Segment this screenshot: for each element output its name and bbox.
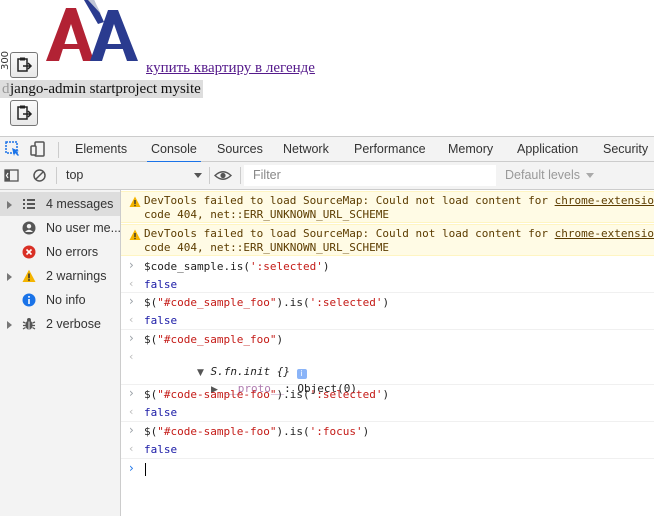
- bug-icon: [22, 318, 36, 330]
- context-label: top: [66, 168, 84, 182]
- input-chevron-icon: ›: [129, 294, 134, 308]
- expand-arrow-icon: [7, 273, 12, 281]
- context-selector[interactable]: top: [60, 165, 206, 186]
- console-sidebar: 4 messages No user me... No errors 2 war…: [0, 190, 121, 516]
- console-input: $("#code-sample-foo").is(':selected'): [144, 388, 390, 401]
- user-icon: [22, 221, 36, 235]
- console-output-value: false: [144, 314, 178, 327]
- console-entry: › $code_sample.is(':selected') ‹ false: [121, 257, 654, 293]
- console-output-value: false: [144, 278, 178, 291]
- devtools-panel: Elements Console Sources Network Perform…: [0, 136, 654, 516]
- web-page: 300 купить квартиру в легенде d jango-ad…: [0, 0, 654, 136]
- filter-input[interactable]: Filter: [244, 165, 496, 186]
- tab-elements[interactable]: Elements: [75, 137, 127, 162]
- sidebar-item-info[interactable]: No info: [0, 288, 120, 312]
- warning-message: DevTools failed to load SourceMap: Could…: [121, 224, 654, 256]
- output-chevron-icon: ‹: [129, 277, 134, 290]
- dropdown-arrow-icon: [586, 173, 594, 178]
- code-line-first-char: d: [2, 81, 10, 97]
- warning-message: DevTools failed to load SourceMap: Could…: [121, 191, 654, 223]
- tab-sources[interactable]: Sources: [217, 137, 263, 162]
- source-link[interactable]: chrome-extensio: [555, 194, 654, 207]
- apartment-link[interactable]: купить квартиру в легенде: [146, 60, 315, 77]
- sidebar-item-verbose[interactable]: 2 verbose: [0, 312, 120, 336]
- expand-arrow-icon: [7, 321, 12, 329]
- source-link[interactable]: chrome-extensio: [555, 227, 654, 240]
- airline-logo: [46, 0, 138, 61]
- output-chevron-icon: ‹: [129, 313, 134, 326]
- text-caret: [145, 463, 146, 476]
- divider: [58, 142, 59, 158]
- dropdown-arrow-icon: [194, 173, 202, 178]
- sidebar-item-warnings[interactable]: 2 warnings: [0, 264, 120, 288]
- input-chevron-icon: ›: [129, 331, 134, 345]
- console-output-value: false: [144, 406, 178, 419]
- divider: [56, 167, 57, 184]
- input-chevron-icon: ›: [129, 423, 134, 437]
- device-toolbar-icon[interactable]: [30, 141, 46, 157]
- prompt-chevron-icon: ›: [129, 461, 134, 475]
- eye-icon[interactable]: [214, 168, 232, 183]
- expand-arrow-icon: [7, 201, 12, 209]
- console-output-value: false: [144, 443, 178, 456]
- input-chevron-icon: ›: [129, 258, 134, 272]
- console-entry: › $("#code-sample-foo").is(':selected') …: [121, 385, 654, 422]
- divider: [240, 167, 241, 184]
- output-chevron-icon: ‹: [129, 405, 134, 418]
- output-chevron-icon: ‹: [129, 350, 134, 363]
- console-input: $code_sample.is(':selected'): [144, 260, 330, 273]
- info-icon: [22, 293, 36, 307]
- tab-security[interactable]: Security: [603, 137, 648, 162]
- divider: [209, 167, 210, 184]
- console-entry: › $("#code_sample_foo") ‹ ▼ S.fn.init {}…: [121, 330, 654, 395]
- code-line: d jango-admin startproject mysite: [0, 80, 203, 98]
- warning-text: DevTools failed to load SourceMap: Could…: [144, 227, 555, 240]
- list-icon: [23, 199, 35, 209]
- warning-text-line2: code 404, net::ERR_UNKNOWN_URL_SCHEME: [144, 208, 390, 221]
- output-chevron-icon: ‹: [129, 442, 134, 455]
- sidebar-item-user-messages[interactable]: No user me...: [0, 216, 120, 240]
- tab-memory[interactable]: Memory: [448, 137, 493, 162]
- console-prompt[interactable]: ›: [121, 459, 654, 481]
- copy-button[interactable]: [10, 52, 38, 78]
- clipboard-icon: [17, 105, 33, 120]
- tab-console[interactable]: Console: [147, 137, 201, 163]
- code-line-text: jango-admin startproject mysite: [10, 81, 201, 97]
- log-levels-dropdown[interactable]: Default levels: [498, 165, 598, 186]
- input-chevron-icon: ›: [129, 386, 134, 400]
- console-output: DevTools failed to load SourceMap: Could…: [121, 190, 654, 516]
- tab-performance[interactable]: Performance: [354, 137, 426, 162]
- console-entry: › $("#code-sample-foo").is(':focus') ‹ f…: [121, 422, 654, 459]
- warning-icon: [22, 269, 36, 282]
- tab-network[interactable]: Network: [283, 137, 329, 162]
- clear-console-icon[interactable]: [32, 168, 47, 183]
- warning-icon: [129, 196, 141, 207]
- console-input: $("#code-sample-foo").is(':focus'): [144, 425, 370, 438]
- sidebar-item-messages[interactable]: 4 messages: [0, 192, 120, 216]
- console-toolbar: top Filter Default levels: [0, 162, 654, 190]
- warning-icon: [129, 229, 141, 240]
- tab-application[interactable]: Application: [517, 137, 578, 162]
- warning-text-line2: code 404, net::ERR_UNKNOWN_URL_SCHEME: [144, 241, 390, 254]
- sidebar-toggle-icon[interactable]: [4, 168, 19, 183]
- warning-text: DevTools failed to load SourceMap: Could…: [144, 194, 555, 207]
- console-input: $("#code_sample_foo"): [144, 333, 284, 346]
- devtools-tabbar: Elements Console Sources Network Perform…: [0, 136, 654, 163]
- sidebar-item-errors[interactable]: No errors: [0, 240, 120, 264]
- inspect-element-icon[interactable]: [5, 141, 21, 157]
- console-entry: › $("#code_sample_foo").is(':selected') …: [121, 293, 654, 330]
- copy-button-2[interactable]: [10, 100, 38, 126]
- error-icon: [22, 245, 36, 259]
- console-input: $("#code_sample_foo").is(':selected'): [144, 296, 390, 309]
- clipboard-icon: [17, 57, 33, 72]
- levels-label: Default levels: [505, 168, 581, 182]
